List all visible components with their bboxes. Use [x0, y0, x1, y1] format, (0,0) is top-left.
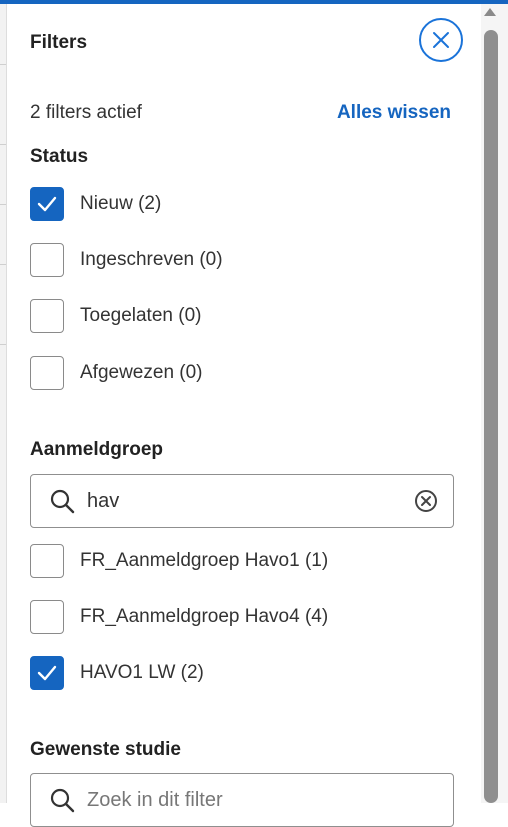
- checkbox[interactable]: [30, 600, 64, 634]
- status-option-nieuw[interactable]: Nieuw (2): [30, 186, 161, 222]
- background-page-edge: [0, 4, 7, 803]
- checkbox[interactable]: [30, 544, 64, 578]
- checkbox-checked[interactable]: [30, 656, 64, 690]
- aanmeldgroep-section-title: Aanmeldgroep: [30, 439, 164, 460]
- gewenste-studie-section-title: Gewenste studie: [30, 739, 181, 760]
- search-icon: [50, 489, 75, 514]
- panel-title: Filters: [30, 32, 88, 53]
- status-option-afgewezen[interactable]: Afgewezen (0): [30, 355, 203, 391]
- status-option-toegelaten[interactable]: Toegelaten (0): [30, 298, 201, 334]
- clear-search-icon[interactable]: [413, 488, 439, 514]
- checkmark-icon: [37, 665, 57, 681]
- aanmeldgroep-search-input[interactable]: hav: [30, 474, 454, 528]
- checkbox[interactable]: [30, 299, 64, 333]
- scrollbar-thumb[interactable]: [484, 30, 498, 803]
- status-section-title: Status: [30, 146, 89, 167]
- checkbox[interactable]: [30, 243, 64, 277]
- option-label: Nieuw (2): [80, 193, 162, 214]
- option-label: HAVO1 LW (2): [80, 662, 204, 683]
- aanmeldgroep-option-havo1-lw[interactable]: HAVO1 LW (2): [30, 655, 204, 691]
- scroll-up-arrow-icon[interactable]: [484, 8, 496, 16]
- search-icon: [50, 788, 75, 813]
- search-placeholder[interactable]: Zoek in dit filter: [87, 789, 453, 812]
- option-label: Ingeschreven (0): [80, 249, 223, 270]
- option-label: Afgewezen (0): [80, 362, 203, 383]
- clear-all-link[interactable]: Alles wissen: [337, 102, 451, 124]
- option-label: FR_Aanmeldgroep Havo1 (1): [80, 550, 329, 571]
- search-value[interactable]: hav: [87, 490, 413, 513]
- aanmeldgroep-option-havo1[interactable]: FR_Aanmeldgroep Havo1 (1): [30, 543, 328, 579]
- checkmark-icon: [37, 196, 57, 212]
- active-filter-count: 2 filters actief: [30, 102, 142, 123]
- gewenste-studie-search-input[interactable]: Zoek in dit filter: [30, 773, 454, 827]
- option-label: Toegelaten (0): [80, 305, 202, 326]
- aanmeldgroep-option-havo4[interactable]: FR_Aanmeldgroep Havo4 (4): [30, 599, 328, 635]
- option-label: FR_Aanmeldgroep Havo4 (4): [80, 606, 329, 627]
- status-option-ingeschreven[interactable]: Ingeschreven (0): [30, 242, 223, 278]
- close-button[interactable]: [419, 18, 463, 62]
- checkbox-checked[interactable]: [30, 187, 64, 221]
- checkbox[interactable]: [30, 356, 64, 390]
- close-icon: [433, 32, 449, 48]
